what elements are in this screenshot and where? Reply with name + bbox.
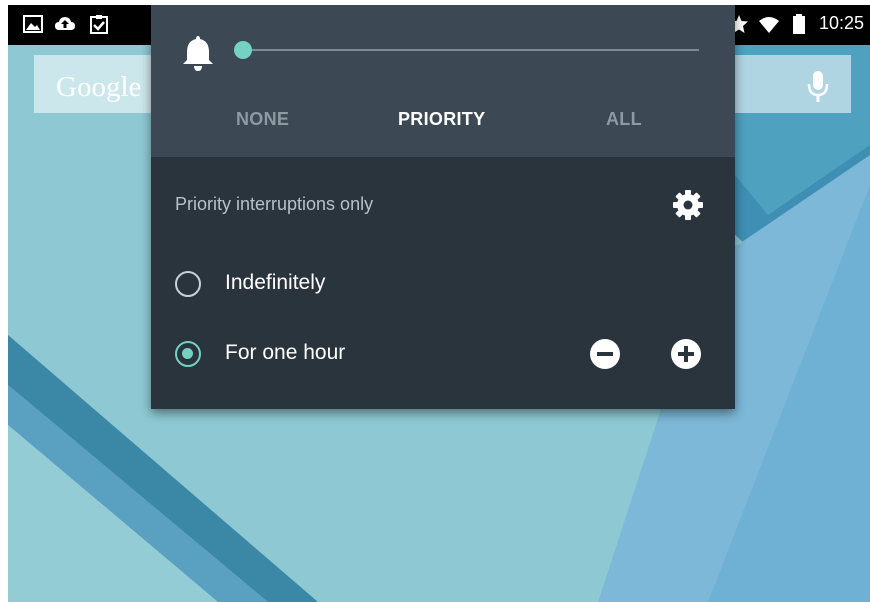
clipboard-check-icon bbox=[90, 15, 108, 34]
option-indefinitely-label[interactable]: Indefinitely bbox=[225, 271, 325, 295]
radio-selected-dot bbox=[182, 348, 193, 359]
mode-tab-none[interactable]: NONE bbox=[236, 109, 289, 130]
volume-header: NONE PRIORITY ALL bbox=[151, 5, 735, 157]
battery-icon bbox=[793, 14, 805, 34]
cloud-upload-icon bbox=[55, 17, 75, 30]
google-logo: Google bbox=[56, 71, 142, 103]
wifi-icon bbox=[759, 17, 779, 33]
image-icon bbox=[23, 15, 43, 33]
mode-description: Priority interruptions only bbox=[175, 194, 374, 214]
mic-icon[interactable] bbox=[804, 69, 832, 105]
radio-for-one-hour[interactable] bbox=[175, 341, 201, 367]
gear-icon[interactable] bbox=[672, 189, 704, 221]
mode-tab-priority[interactable]: PRIORITY bbox=[398, 109, 485, 130]
interruptions-panel: NONE PRIORITY ALL Priority interruptions… bbox=[151, 5, 735, 409]
bell-icon[interactable] bbox=[181, 33, 215, 73]
radio-indefinitely[interactable] bbox=[175, 271, 201, 297]
option-for-one-hour-label[interactable]: For one hour bbox=[225, 341, 345, 365]
device-screen: 10:25 Google NONE PRIORITY ALL Priority … bbox=[8, 5, 870, 602]
status-clock: 10:25 bbox=[818, 13, 864, 33]
minus-circle-icon[interactable] bbox=[589, 338, 621, 370]
plus-circle-icon[interactable] bbox=[670, 338, 702, 370]
volume-slider-track[interactable] bbox=[237, 49, 699, 51]
mode-tab-all[interactable]: ALL bbox=[606, 109, 642, 130]
volume-slider-thumb[interactable] bbox=[234, 41, 252, 59]
